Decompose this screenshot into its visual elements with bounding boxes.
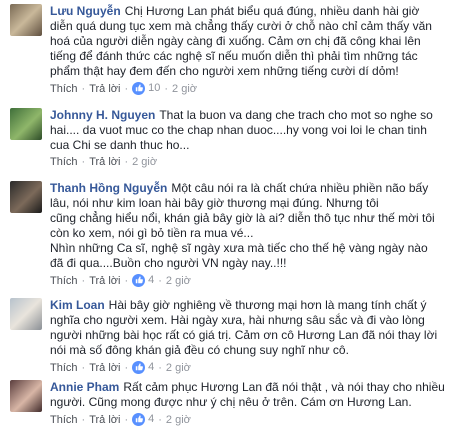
comment-body: Kim Loan Hài bây giờ nghiêng về thương mạ… [50,298,457,375]
timestamp[interactable]: 2 giờ [166,414,191,426]
reply-button[interactable]: Trả lời [89,83,120,95]
avatar[interactable] [10,380,42,412]
reaction-count[interactable]: 4 [132,273,154,287]
comment-body: Thanh Hồng Nguyễn Một câu nói ra là chất … [50,181,457,288]
reaction-count[interactable]: 4 [132,412,154,426]
author-name[interactable]: Lưu Nguyễn [50,4,121,18]
reaction-count[interactable]: 10 [132,81,160,95]
author-name[interactable]: Annie Pham [50,380,119,394]
comment-actions: Thích · Trả lời · 4 · 2 giờ [50,360,191,374]
avatar[interactable] [10,4,42,36]
avatar[interactable] [10,298,42,330]
comment-actions: Thích · Trả lời · 2 giờ [50,156,158,168]
avatar[interactable] [10,181,42,213]
like-button[interactable]: Thích [50,362,78,374]
like-button[interactable]: Thích [50,275,78,287]
author-name[interactable]: Kim Loan [50,298,105,312]
reply-button[interactable]: Trả lời [89,414,120,426]
timestamp[interactable]: 2 giờ [172,83,197,95]
like-button[interactable]: Thích [50,414,78,426]
comment-actions: Thích · Trả lời · 10 · 2 giờ [50,81,197,95]
comment-body: Lưu Nguyễn Chị Hương Lan phát biểu quá đú… [50,4,457,96]
timestamp[interactable]: 2 giờ [166,362,191,374]
thumbs-up-icon [132,273,146,287]
avatar[interactable] [10,108,42,140]
thumbs-up-icon [132,360,146,374]
comment-actions: Thích · Trả lời · 4 · 2 giờ [50,273,191,287]
author-name[interactable]: Johnny H. Nguyen [50,108,155,122]
reply-button[interactable]: Trả lời [89,156,120,168]
comment-body: Annie Pham Rất cảm phục Hương Lan đã nói … [50,380,457,427]
thumbs-up-icon [132,412,146,426]
reaction-count[interactable]: 4 [132,360,154,374]
like-button[interactable]: Thích [50,83,78,95]
comment-body: Johnny H. Nguyen That la buon va dang che… [50,108,457,169]
timestamp[interactable]: 2 giờ [166,275,191,287]
like-button[interactable]: Thích [50,156,78,168]
comment-actions: Thích · Trả lời · 4 · 2 giờ [50,412,191,426]
reply-button[interactable]: Trả lời [89,362,120,374]
thumbs-up-icon [132,81,146,95]
reply-button[interactable]: Trả lời [89,275,120,287]
comment-text: Hài bây giờ nghiêng về thương mại hơn là… [50,298,438,357]
author-name[interactable]: Thanh Hồng Nguyễn [50,181,167,195]
timestamp[interactable]: 2 giờ [132,156,157,168]
